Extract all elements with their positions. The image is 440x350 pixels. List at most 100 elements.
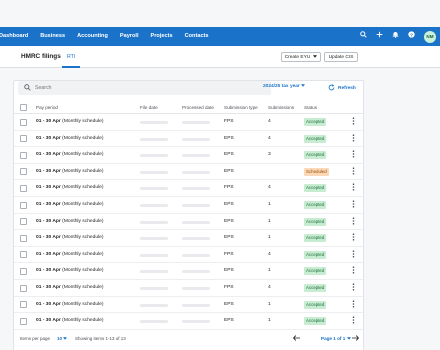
status-badge: Accepted [304, 234, 327, 243]
row-checkbox[interactable] [20, 251, 27, 259]
more-actions-icon[interactable] [352, 167, 355, 177]
items-per-page-select[interactable]: 10 [57, 336, 68, 341]
tab-rti[interactable]: RTI [67, 54, 75, 60]
refresh-button[interactable]: Refresh [328, 84, 356, 93]
table-row[interactable]: 01 - 30 Apr (Monthly schedule) EPS 1 Accept… [14, 214, 363, 231]
table-row[interactable]: 01 - 30 Apr (Monthly schedule) EPS 3 Accept… [14, 147, 363, 164]
submission-type-cell: EPS [224, 218, 234, 224]
row-checkbox[interactable] [20, 267, 27, 275]
select-all-checkbox[interactable] [20, 104, 27, 111]
more-actions-icon[interactable] [352, 117, 355, 127]
pay-period-dates: 01 - 30 Apr [36, 301, 61, 307]
col-submission-type[interactable]: Submission type [224, 105, 258, 110]
create-eyu-button[interactable]: Create EYU [281, 52, 321, 62]
submission-type-cell: EPS [224, 268, 234, 274]
nav-business[interactable]: Business [34, 27, 71, 46]
table-row[interactable]: 01 - 30 Apr (Monthly schedule) EPS 1 Accept… [14, 263, 363, 280]
more-actions-icon[interactable] [352, 183, 355, 193]
refresh-icon [328, 84, 335, 93]
pay-period-cell: 01 - 30 Apr (Monthly schedule) [36, 202, 104, 207]
table-row[interactable]: 01 - 30 Apr (Monthly schedule) FPS 4 Accept… [14, 114, 363, 131]
row-checkbox[interactable] [20, 317, 27, 325]
pay-period-dates: 01 - 30 Apr [36, 185, 61, 191]
row-checkbox[interactable] [20, 184, 27, 192]
pay-period-cell: 01 - 30 Apr (Monthly schedule) [36, 318, 104, 323]
pay-period-dates: 01 - 30 Apr [36, 135, 61, 141]
tax-year-select[interactable]: 2024/25 tax year [263, 84, 306, 89]
row-checkbox[interactable] [20, 135, 27, 143]
status-badge: Accepted [304, 267, 327, 276]
submission-type-cell: EPS [224, 202, 234, 207]
row-checkbox[interactable] [20, 151, 27, 159]
file-date-placeholder [140, 204, 168, 207]
update-cis-button[interactable]: Update CIS [324, 52, 358, 62]
nav-payroll[interactable]: Payroll [114, 27, 145, 46]
file-date-placeholder [140, 170, 168, 174]
chevron-down-icon [63, 336, 68, 341]
table-row[interactable]: 01 - 30 Apr (Monthly schedule) FPS 4 Accept… [14, 247, 363, 264]
more-actions-icon[interactable] [352, 200, 355, 210]
row-checkbox[interactable] [20, 118, 27, 126]
table-row[interactable]: 01 - 30 Apr (Monthly schedule) EPS 4 Accept… [14, 131, 363, 148]
submissions-cell: 1 [268, 318, 271, 324]
more-actions-icon[interactable] [352, 233, 355, 243]
processed-date-placeholder [182, 237, 210, 241]
nav-projects[interactable]: Projects [145, 27, 179, 46]
submissions-cell: 3 [268, 152, 271, 158]
more-actions-icon[interactable] [352, 133, 355, 144]
more-actions-icon[interactable] [352, 283, 355, 293]
more-actions-icon[interactable] [352, 250, 355, 260]
col-pay-period[interactable]: Pay period [36, 105, 58, 110]
row-checkbox[interactable] [20, 284, 27, 292]
table-row[interactable]: 01 - 30 Apr (Monthly schedule) FPS 4 Accept… [14, 280, 363, 297]
col-status[interactable]: Status [304, 105, 317, 110]
table-row[interactable]: 01 - 30 Apr (Monthly schedule) EPS Schedul… [14, 164, 363, 181]
table-row[interactable]: 01 - 30 Apr (Monthly schedule) FPS 4 Accept… [14, 180, 363, 197]
submission-type-cell: EPS [224, 135, 234, 141]
page-header: HMRC filings RTI Create EYU Update CIS [0, 46, 440, 68]
help-icon[interactable]: ? [408, 27, 415, 46]
submission-type-cell: EPS [224, 168, 234, 174]
nav-contacts[interactable]: Contacts [179, 27, 215, 46]
table-row[interactable]: 01 - 30 Apr (Monthly schedule) EPS 1 Accept… [14, 197, 363, 214]
row-checkbox[interactable] [20, 234, 27, 242]
items-per-page-label: Items per page [20, 336, 51, 341]
col-processed-date[interactable]: Processed date [182, 105, 214, 110]
more-actions-icon[interactable] [352, 216, 355, 227]
row-checkbox[interactable] [20, 218, 27, 226]
refresh-label: Refresh [338, 86, 356, 91]
chevron-down-icon [346, 336, 351, 341]
status-badge: Accepted [304, 250, 327, 259]
prev-page-icon[interactable] [292, 335, 300, 343]
row-checkbox[interactable] [20, 168, 27, 176]
nav-accounting[interactable]: Accounting [71, 27, 114, 46]
file-date-placeholder [140, 320, 168, 324]
next-page-icon[interactable] [352, 335, 360, 343]
bell-icon[interactable] [392, 27, 399, 46]
submission-type-cell: FPS [224, 251, 234, 257]
plus-icon[interactable] [376, 27, 383, 46]
more-actions-icon[interactable] [352, 150, 355, 160]
table-row[interactable]: 01 - 30 Apr (Monthly schedule) EPS 1 Accept… [14, 297, 363, 314]
avatar[interactable]: NM [424, 30, 436, 43]
row-checkbox[interactable] [20, 301, 27, 309]
nav-dashboard[interactable]: Dashboard [0, 27, 34, 46]
submissions-cell: 1 [268, 235, 271, 241]
more-actions-icon[interactable] [352, 266, 355, 276]
status-badge: Accepted [304, 184, 327, 193]
col-file-date[interactable]: File date [140, 105, 158, 110]
row-checkbox[interactable] [20, 201, 27, 209]
search-icon[interactable] [360, 27, 367, 46]
page-select[interactable]: Page 1 of 1 [321, 336, 351, 341]
more-actions-icon[interactable] [352, 299, 355, 310]
table-row[interactable]: 01 - 30 Apr (Monthly schedule) EPS 1 Accept… [14, 230, 363, 247]
pay-period-dates: 01 - 30 Apr [36, 218, 61, 224]
col-submissions[interactable]: Submissions [268, 105, 294, 110]
file-date-placeholder [140, 121, 168, 124]
submissions-cell: 1 [268, 268, 271, 274]
table-row[interactable]: 01 - 30 Apr (Monthly schedule) EPS 1 Accept… [14, 313, 363, 330]
more-actions-icon[interactable] [352, 316, 355, 326]
top-nav-bar: Dashboard Business Accounting Payroll Pr… [0, 27, 440, 46]
search-icon [24, 84, 31, 93]
search-input[interactable] [35, 81, 265, 95]
